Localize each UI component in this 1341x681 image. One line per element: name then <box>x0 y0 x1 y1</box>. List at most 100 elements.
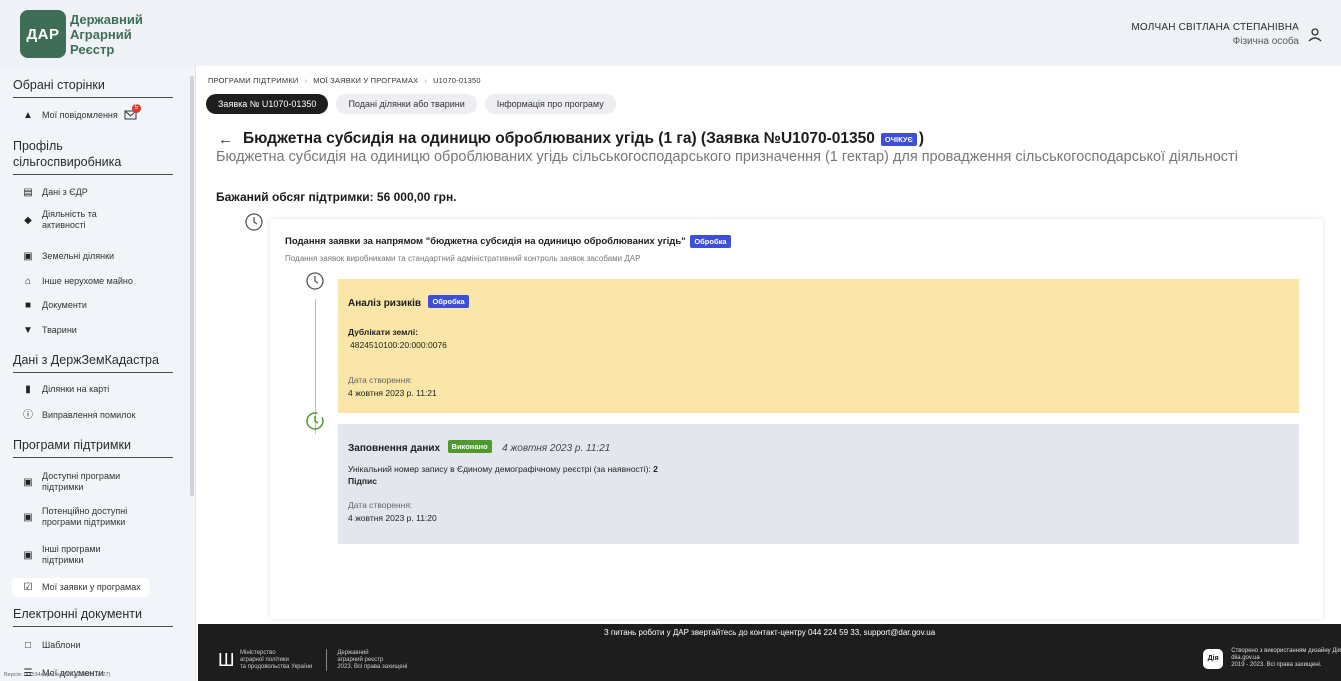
label-line: підтримки <box>42 555 84 565</box>
home-icon: ▲ <box>23 109 33 121</box>
sidebar-item-notifications[interactable]: ▲ Мої повідомлення 5 <box>0 104 151 121</box>
requested-amount: Бажаний обсяг підтримки: 56 000,00 грн. <box>216 190 457 204</box>
demographic-value: 2 <box>653 464 658 474</box>
sidebar-item-edr[interactable]: ▤ Дані з ЄДР <box>0 186 101 198</box>
sidebar-item-templates[interactable]: □ Шаблони <box>0 639 93 651</box>
step-risk-analysis: Аналіз ризиків Обробка Дублікати землі: … <box>338 279 1299 413</box>
envelope-icon: 5 <box>124 104 141 121</box>
footer-line: аграрної політики <box>240 656 289 663</box>
notification-badge: 5 <box>131 104 141 113</box>
sidebar-item-map[interactable]: ▮ Ділянки на карті <box>0 383 122 395</box>
user-menu[interactable]: МОЛЧАН СВІТЛАНА СТЕПАНІВНА Фізична особа <box>1131 22 1323 47</box>
sidebar-item-label: Документи <box>42 299 87 310</box>
breadcrumb-my-applications[interactable]: МОЇ ЗАЯВКИ У ПРОГРАМАХ <box>313 76 418 85</box>
status-badge-pending: ОЧІКУЄ <box>880 132 917 146</box>
logo-text: Державний Аграрний Реєстр <box>70 12 143 57</box>
sidebar-item-available-programs[interactable]: ▣ Доступні програми підтримки <box>0 471 133 493</box>
sidebar-item-potential-programs[interactable]: ▣ Потенційно доступні програми підтримки <box>0 506 140 528</box>
divider <box>13 174 173 175</box>
footer-line: 2023. Всі права захищені <box>337 663 408 670</box>
sidebar-item-label: Земельні ділянки <box>42 250 115 261</box>
sidebar-scrollbar[interactable] <box>190 76 194 496</box>
section-documents: Електронні документи <box>13 607 142 621</box>
divider <box>13 372 173 373</box>
version-label: Версія: 00f534ef-perfect(17.10.2023 18:2… <box>4 672 111 678</box>
logo[interactable]: ДАР Державний Аграрний Реєстр <box>20 8 170 60</box>
logo-line: Державний <box>70 11 143 27</box>
step-header: Заповнення даних Виконано 4 жовтня 2023 … <box>348 438 1289 456</box>
label-line: підтримки <box>42 482 84 492</box>
created-label: Дата створення: <box>348 500 413 510</box>
sidebar-item-animals[interactable]: ▼ Тварини <box>0 324 90 336</box>
step-title: Аналіз ризиків <box>348 298 422 309</box>
sidebar-item-label: Ділянки на карті <box>42 383 110 394</box>
checklist-icon: ☑ <box>23 582 33 593</box>
registry-text: Державний аграрний реєстр 2023. Всі прав… <box>337 650 407 671</box>
tab-application[interactable]: Заявка № U1070-01350 <box>206 94 329 114</box>
tab-submitted-plots[interactable]: Подані ділянки або тварини <box>336 94 477 114</box>
back-arrow-icon[interactable]: ← <box>218 131 233 148</box>
sidebar-item-label: Доступні програми підтримки <box>42 471 120 493</box>
sidebar-item-documents[interactable]: ■ Документи <box>0 299 100 311</box>
card-subtitle: Подання заявок виробниками та стандартни… <box>285 254 641 263</box>
sidebar-item-label: Діяльність та активності <box>42 209 97 231</box>
sidebar-item-property[interactable]: ⌂ Інше нерухоме майно <box>0 275 146 287</box>
breadcrumb-programs[interactable]: ПРОГРАМИ ПІДТРИМКИ <box>208 76 298 85</box>
logo-mark: ДАР <box>20 10 66 58</box>
demographic-label: Унікальний номер запису в Єдиному демогр… <box>348 464 651 474</box>
duplicates-label: Дублікати землі: <box>348 327 419 337</box>
label-line: Інші програми <box>42 544 101 554</box>
tab-program-info[interactable]: Інформація про програму <box>484 94 616 114</box>
sidebar: Обрані сторінки ▲ Мої повідомлення 5 Про… <box>0 66 196 681</box>
page-title-close: ) <box>918 130 925 147</box>
footer-line: та продовольства України <box>240 663 313 670</box>
sidebar-item-my-applications[interactable]: ☑ Мої заявки у програмах <box>12 578 149 597</box>
sidebar-item-activity[interactable]: ◆ Діяльність та активності <box>0 209 110 231</box>
trident-icon: Ш <box>218 650 235 670</box>
breadcrumb-current: U1070-01350 <box>433 76 481 85</box>
status-badge-processing: Обробка <box>690 235 731 248</box>
demographic-line: Унікальний номер запису в Єдиному демогр… <box>348 464 1289 474</box>
created-value: 4 жовтня 2023 р. 11:21 <box>348 388 437 398</box>
sidebar-item-land[interactable]: ▣ Земельні ділянки <box>0 250 127 262</box>
breadcrumb-separator: › <box>424 76 428 85</box>
status-badge-done: Виконано <box>447 440 492 454</box>
label-line: Діяльність та <box>42 209 97 219</box>
page-subtitle: Бюджетна субсидія на одиницю оброблювани… <box>216 149 1238 165</box>
section-programs: Програми підтримки <box>13 438 131 452</box>
diia-logo[interactable]: Дія <box>1203 648 1224 669</box>
sidebar-item-label: Тварини <box>42 324 77 335</box>
logo-line: Аграрний <box>70 26 132 42</box>
activity-icon: ◆ <box>24 214 32 226</box>
footer-contact: З питань роботи у ДАР звертайтесь до кон… <box>603 628 936 637</box>
sidebar-item-label: Інше нерухоме майно <box>42 275 133 286</box>
sidebar-item-label: Мої повідомлення <box>42 109 118 120</box>
breadcrumb: ПРОГРАМИ ПІДТРИМКИ › МОЇ ЗАЯВКИ У ПРОГРАМА… <box>208 76 481 85</box>
sidebar-item-errors[interactable]: ⓘ Виправлення помилок <box>0 409 148 421</box>
land-icon: ▣ <box>23 250 33 262</box>
footer-link[interactable]: diia.gov.ua <box>1231 655 1341 662</box>
user-role: Фізична особа <box>1232 36 1299 47</box>
map-icon: ▮ <box>25 383 31 395</box>
ministry-text: Міністерство аграрної політики та продов… <box>240 650 312 671</box>
created-label: Дата створення: <box>348 375 413 385</box>
program-icon: ▣ <box>23 476 33 488</box>
sidebar-item-other-programs[interactable]: ▣ Інші програми підтримки <box>0 544 114 566</box>
template-icon: □ <box>24 639 32 651</box>
divider <box>13 626 173 627</box>
process-card: Подання заявки за напрямом "бюджетна суб… <box>270 219 1323 619</box>
page-title-row: ← Бюджетна субсидія на одиницю оброблюва… <box>218 130 924 148</box>
clock-icon <box>245 213 263 231</box>
step-date: 4 жовтня 2023 р. 11:21 <box>502 443 611 454</box>
folder-icon: ■ <box>24 299 32 311</box>
footer-divider <box>326 649 328 671</box>
top-bar: ДАР Державний Аграрний Реєстр МОЛЧАН СВІ… <box>0 0 1341 66</box>
page-title: Бюджетна субсидія на одиницю оброблювани… <box>243 130 875 147</box>
user-icon[interactable] <box>1307 27 1323 43</box>
label-line: Доступні програми <box>42 471 121 481</box>
duplicates-value: 4824510100:20:000:0076 <box>350 340 447 350</box>
sidebar-item-label: Мої заявки у програмах <box>42 582 141 592</box>
section-profile: Профіль сільгоспвиробника <box>13 139 122 169</box>
label-line: програми підтримки <box>42 517 126 527</box>
label-line: Потенційно доступні <box>42 506 128 516</box>
